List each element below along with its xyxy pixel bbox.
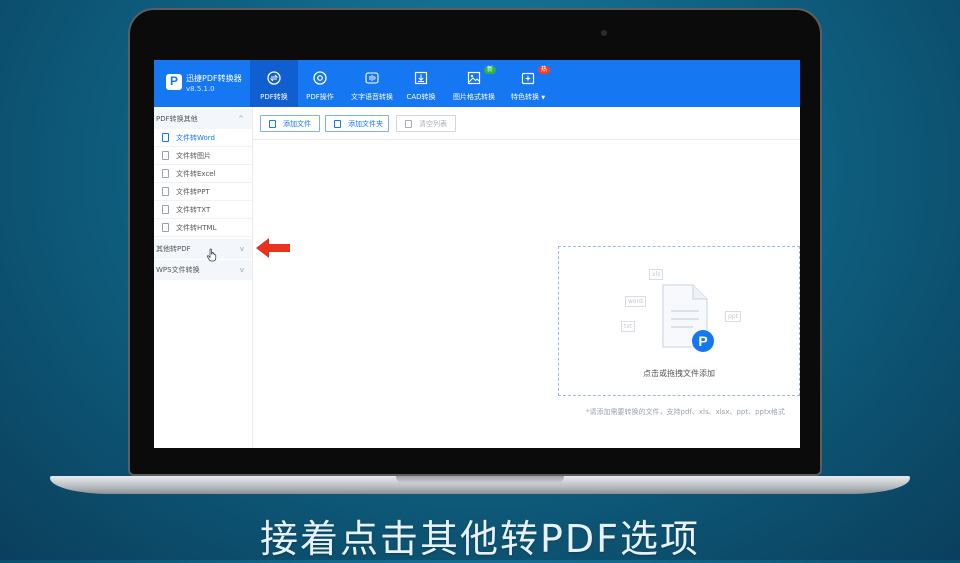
add-file-icon — [269, 120, 276, 128]
image-doc-icon — [162, 151, 169, 160]
sidebar-item-to-excel[interactable]: 文件转Excel — [154, 165, 252, 183]
ppt-doc-icon — [162, 187, 169, 196]
file-type-tag: word — [625, 296, 646, 307]
tab-label: 文字语音转换 — [351, 93, 393, 101]
app-window: P 迅捷PDF转换器 v8.5.1.0 PDF转换 PDF操作 文字语音转换 C… — [154, 60, 800, 448]
convert-icon — [267, 71, 281, 85]
sidebar-group-other-to-pdf[interactable]: 其他转PDF v — [154, 239, 252, 259]
sidebar-group-pdf-to-other[interactable]: PDF转换其他 ^ — [154, 109, 252, 129]
document-icon — [162, 133, 169, 142]
sidebar-item-to-html[interactable]: 文件转HTML — [154, 219, 252, 237]
tab-label: PDF操作 — [306, 93, 334, 101]
tab-pdf-operate[interactable]: PDF操作 — [298, 60, 342, 107]
tab-pdf-convert[interactable]: PDF转换 — [250, 60, 298, 107]
chevron-down-icon: v — [239, 266, 244, 274]
tab-cad-convert[interactable]: CAD转换 — [400, 60, 442, 107]
disc-icon — [313, 71, 327, 85]
sidebar-item-to-ppt[interactable]: 文件转PPT — [154, 183, 252, 201]
item-label: 文件转HTML — [176, 224, 217, 232]
app-version: v8.5.1.0 — [186, 85, 215, 93]
svg-text:P: P — [698, 333, 707, 349]
sidebar-item-to-image[interactable]: 文件转图片 — [154, 147, 252, 165]
chevron-down-icon: v — [239, 245, 244, 253]
html-doc-icon — [162, 223, 169, 232]
sparkle-box-icon — [521, 72, 535, 85]
sidebar-group-wps-convert[interactable]: WPS文件转换 v — [154, 260, 252, 280]
camera-dot — [601, 30, 607, 36]
sidebar-item-to-txt[interactable]: 文件转TXT — [154, 201, 252, 219]
tab-label: CAD转换 — [406, 93, 436, 101]
app-header: P 迅捷PDF转换器 v8.5.1.0 PDF转换 PDF操作 文字语音转换 C… — [154, 60, 800, 107]
sidebar: PDF转换其他 ^ 文件转Word 文件转图片 文件转Excel 文件转PPT … — [154, 107, 253, 448]
item-label: 文件转图片 — [176, 152, 211, 160]
tab-special-convert[interactable]: 热 特色转换 ▼ — [504, 60, 552, 107]
add-file-button[interactable]: 添加文件 — [260, 115, 320, 132]
red-arrow-icon — [256, 238, 290, 258]
item-label: 文件转TXT — [176, 206, 211, 214]
file-type-tag: xls — [649, 269, 664, 280]
download-box-icon — [414, 71, 428, 85]
group-label: WPS文件转换 — [156, 266, 200, 274]
hand-cursor-icon — [206, 248, 217, 262]
group-label: 其他转PDF — [156, 245, 191, 253]
laptop-notch — [396, 476, 564, 483]
button-label: 添加文件夹 — [348, 120, 383, 128]
item-label: 文件转PPT — [176, 188, 210, 196]
trash-icon — [405, 120, 412, 128]
supported-formats-hint: *请添加需要转换的文件，支持pdf、xls、xlsx、ppt、pptx格式 — [586, 408, 785, 416]
app-title: 迅捷PDF转换器 — [186, 74, 242, 83]
tab-label-text: 特色转换 — [510, 93, 539, 101]
button-label: 清空列表 — [419, 120, 447, 128]
drop-zone-text: 点击或拖拽文件添加 — [643, 369, 715, 378]
file-type-tag: txt — [621, 321, 636, 332]
tab-label: 特色转换 ▼ — [504, 92, 552, 102]
sidebar-item-to-word[interactable]: 文件转Word — [154, 129, 252, 147]
group-label: PDF转换其他 — [156, 115, 198, 123]
new-badge: 新 — [484, 66, 497, 74]
item-label: 文件转Word — [176, 134, 215, 142]
clear-list-button[interactable]: 清空列表 — [396, 115, 456, 132]
pdf-file-illustration-icon: P — [662, 284, 714, 352]
image-icon — [467, 71, 481, 85]
tab-image-format[interactable]: 新 图片格式转换 — [448, 60, 500, 107]
folder-icon — [334, 120, 341, 128]
file-drop-zone[interactable]: P xls word ppt txt 点击或拖拽文件添加 — [558, 246, 800, 396]
tab-label: 图片格式转换 — [453, 93, 495, 101]
audio-wave-icon — [365, 72, 379, 84]
video-caption: 接着点击其他转PDF选项 — [259, 517, 701, 561]
hot-badge: 热 — [538, 66, 551, 74]
tab-text-voice[interactable]: 文字语音转换 — [344, 60, 400, 107]
tab-label: PDF转换 — [260, 93, 288, 101]
file-type-tag: ppt — [725, 311, 741, 322]
txt-doc-icon — [162, 205, 169, 214]
item-label: 文件转Excel — [176, 170, 216, 178]
dropdown-arrow-icon: ▼ — [541, 95, 546, 101]
app-logo-icon: P — [166, 74, 182, 90]
toolbar: 添加文件 添加文件夹 清空列表 — [252, 107, 800, 140]
excel-doc-icon — [162, 169, 169, 178]
add-folder-button[interactable]: 添加文件夹 — [325, 115, 389, 132]
chevron-up-icon: ^ — [238, 115, 244, 123]
button-label: 添加文件 — [283, 120, 311, 128]
